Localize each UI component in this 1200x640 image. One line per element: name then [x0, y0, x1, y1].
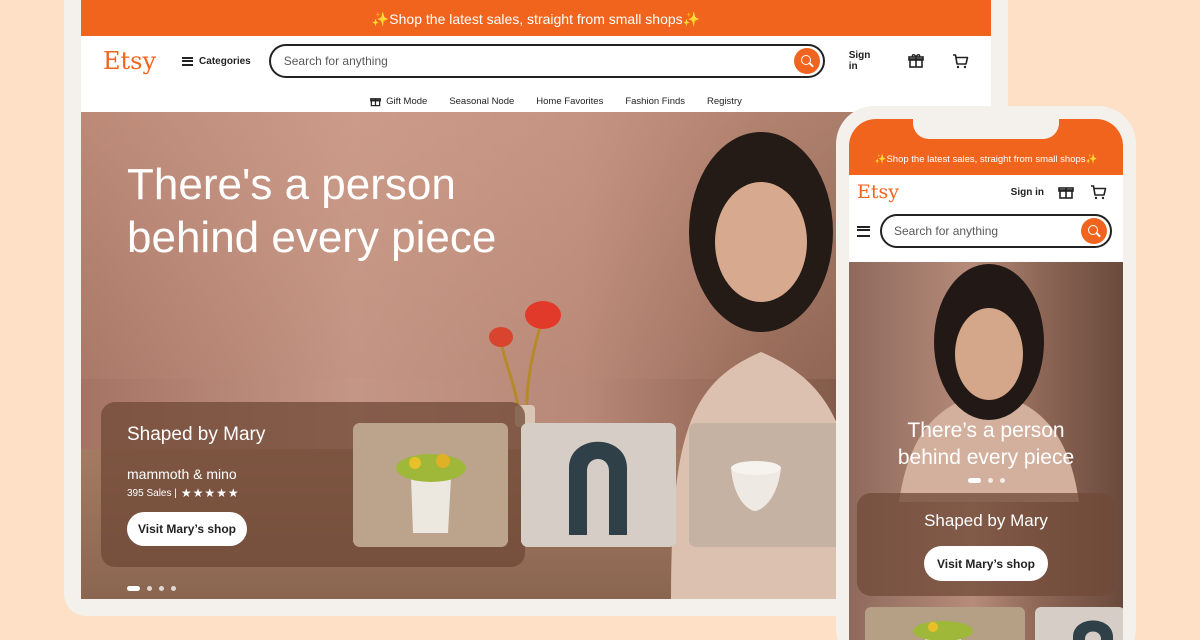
search-icon: [1088, 225, 1098, 235]
etsy-logo[interactable]: Etsy: [857, 181, 899, 203]
shop-card-title: Shaped by Mary: [127, 424, 266, 445]
nav-item-fashion-finds[interactable]: Fashion Finds: [625, 96, 685, 107]
menu-icon[interactable]: [857, 225, 870, 237]
star-rating-icon: ★★★★★: [180, 486, 240, 500]
carousel-dot[interactable]: [999, 478, 1005, 483]
site-header: Etsy Categories Search for anything Sign…: [81, 36, 991, 86]
hero-headline-line-1: There's a person: [127, 160, 456, 209]
mobile-carousel-dots: [849, 478, 1123, 483]
categories-button[interactable]: Categories: [182, 56, 251, 67]
carousel-dot[interactable]: [171, 586, 176, 591]
mobile-search-input[interactable]: Search for anything: [894, 224, 1081, 238]
sign-in-link[interactable]: Sign in: [849, 50, 880, 72]
gift-icon: [370, 97, 382, 106]
gift-icon[interactable]: [1058, 184, 1074, 200]
phone-notch: [913, 119, 1059, 139]
menu-icon: [182, 56, 194, 66]
product-thumbnail[interactable]: [865, 607, 1025, 640]
mobile-header: Etsy Sign in: [849, 175, 1123, 209]
mobile-hero-headline: There’s a person behind every piece: [849, 417, 1123, 471]
mobile-hero-banner: There’s a person behind every piece Shap…: [849, 262, 1123, 640]
hero-headline: There's a person behind every piece: [127, 158, 496, 264]
cart-icon[interactable]: [1090, 184, 1107, 200]
mobile-screen: ✨Shop the latest sales, straight from sm…: [849, 119, 1123, 640]
product-thumbnail[interactable]: [353, 423, 508, 547]
mobile-hero-headline-line-2: behind every piece: [897, 446, 1075, 469]
cart-icon[interactable]: [952, 52, 969, 70]
carousel-dot[interactable]: [967, 478, 981, 483]
etsy-logo[interactable]: Etsy: [103, 47, 156, 75]
mobile-featured-shop-card: Shaped by Mary Visit Mary’s shop: [857, 493, 1115, 596]
mobile-search-bar[interactable]: Search for anything: [880, 214, 1112, 248]
shop-sales: 395 Sales | ★★★★★: [127, 486, 240, 500]
mobile-promo-banner[interactable]: ✨Shop the latest sales, straight from sm…: [849, 119, 1123, 175]
search-input[interactable]: Search for anything: [284, 54, 794, 68]
visit-shop-button[interactable]: Visit Mary’s shop: [127, 512, 247, 546]
carousel-dot[interactable]: [987, 478, 993, 483]
mobile-device-frame: ✨Shop the latest sales, straight from sm…: [836, 106, 1136, 640]
sales-count: 395 Sales |: [127, 487, 177, 499]
nav-item-gift-mode[interactable]: Gift Mode: [370, 96, 427, 107]
product-thumbnail[interactable]: [521, 423, 676, 547]
nav-item-registry[interactable]: Registry: [707, 96, 742, 107]
hero-headline-line-2: behind every piece: [127, 213, 497, 262]
carousel-dots: [127, 586, 176, 591]
categories-label: Categories: [199, 55, 251, 67]
mobile-sign-in-link[interactable]: Sign in: [1011, 187, 1044, 198]
promo-text: ✨Shop the latest sales, straight from sm…: [371, 11, 701, 27]
carousel-dot[interactable]: [127, 586, 140, 591]
nav-item-seasonal[interactable]: Seasonal Node: [449, 96, 514, 107]
shop-handle[interactable]: mammoth & mino: [127, 466, 237, 482]
carousel-dot[interactable]: [159, 586, 164, 591]
mobile-search-button[interactable]: [1081, 218, 1107, 244]
mobile-visit-shop-button[interactable]: Visit Mary’s shop: [924, 546, 1048, 581]
product-thumbnail[interactable]: [1035, 607, 1123, 640]
search-bar[interactable]: Search for anything: [268, 44, 825, 78]
mobile-promo-text: ✨Shop the latest sales, straight from sm…: [874, 154, 1098, 165]
search-button[interactable]: [793, 48, 820, 74]
carousel-dot[interactable]: [147, 586, 152, 591]
nav-item-home-favorites[interactable]: Home Favorites: [536, 96, 603, 107]
nav-item-label: Gift Mode: [386, 95, 428, 107]
promo-banner[interactable]: ✨Shop the latest sales, straight from sm…: [81, 0, 991, 36]
product-thumbnail[interactable]: [689, 423, 849, 547]
mobile-hero-headline-line-1: There’s a person: [907, 419, 1065, 442]
gift-icon[interactable]: [907, 52, 924, 70]
mobile-search-row: Search for anything: [849, 209, 1123, 253]
search-icon: [800, 55, 811, 65]
mobile-shop-card-title: Shaped by Mary: [924, 511, 1048, 530]
